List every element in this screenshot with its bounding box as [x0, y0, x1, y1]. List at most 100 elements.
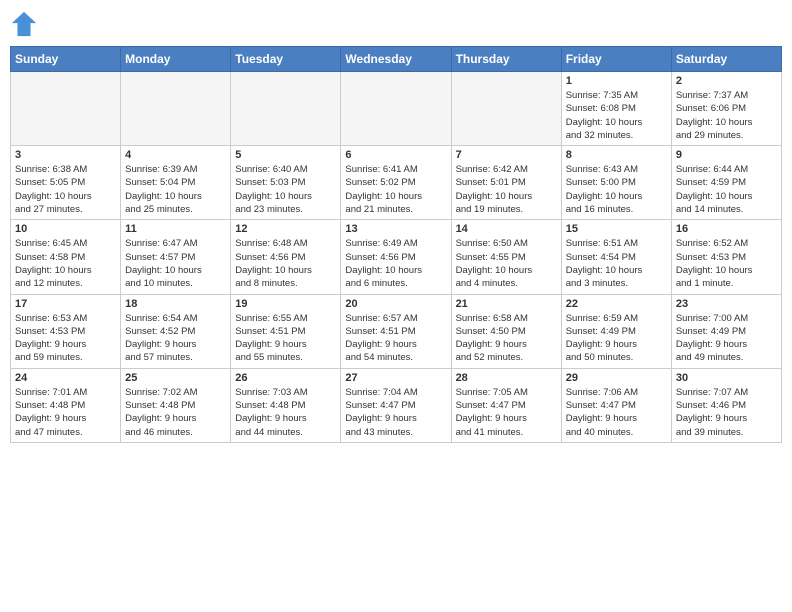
day-number: 8 — [566, 149, 667, 161]
day-info: Sunrise: 6:58 AM Sunset: 4:50 PM Dayligh… — [456, 312, 557, 365]
day-info: Sunrise: 6:44 AM Sunset: 4:59 PM Dayligh… — [676, 163, 777, 216]
weekday-header: Monday — [121, 47, 231, 72]
calendar-cell: 13 Sunrise: 6:49 AM Sunset: 4:56 PM Dayli… — [341, 220, 451, 294]
calendar-cell: 14Sunrise: 6:50 AM Sunset: 4:55 PM Dayli… — [451, 220, 561, 294]
calendar-week-row: 3 Sunrise: 6:38 AM Sunset: 5:05 PM Daylig… — [11, 146, 782, 220]
calendar-week-row: 17 Sunrise: 6:53 AM Sunset: 4:53 PM Dayli… — [11, 294, 782, 368]
day-info: Sunrise: 7:04 AM Sunset: 4:47 PM Dayligh… — [345, 386, 446, 439]
day-info: Sunrise: 7:02 AM Sunset: 4:48 PM Dayligh… — [125, 386, 226, 439]
calendar-cell: 30 Sunrise: 7:07 AM Sunset: 4:46 PM Dayli… — [671, 368, 781, 442]
calendar-cell: 15 Sunrise: 6:51 AM Sunset: 4:54 PM Dayli… — [561, 220, 671, 294]
day-number: 25 — [125, 372, 226, 384]
logo — [10, 10, 42, 38]
page-header — [10, 10, 782, 38]
weekday-header: Wednesday — [341, 47, 451, 72]
calendar-cell: 16Sunrise: 6:52 AM Sunset: 4:53 PM Dayli… — [671, 220, 781, 294]
day-info: Sunrise: 6:54 AM Sunset: 4:52 PM Dayligh… — [125, 312, 226, 365]
day-number: 3 — [15, 149, 116, 161]
calendar-cell: 23 Sunrise: 7:00 AM Sunset: 4:49 PM Dayli… — [671, 294, 781, 368]
day-info: Sunrise: 6:40 AM Sunset: 5:03 PM Dayligh… — [235, 163, 336, 216]
day-number: 29 — [566, 372, 667, 384]
day-number: 6 — [345, 149, 446, 161]
day-info: Sunrise: 6:42 AM Sunset: 5:01 PM Dayligh… — [456, 163, 557, 216]
calendar-cell: 17 Sunrise: 6:53 AM Sunset: 4:53 PM Dayli… — [11, 294, 121, 368]
calendar-cell: 21Sunrise: 6:58 AM Sunset: 4:50 PM Dayli… — [451, 294, 561, 368]
calendar-header-row: SundayMondayTuesdayWednesdayThursdayFrid… — [11, 47, 782, 72]
calendar-cell — [121, 72, 231, 146]
day-info: Sunrise: 6:57 AM Sunset: 4:51 PM Dayligh… — [345, 312, 446, 365]
calendar-cell: 25 Sunrise: 7:02 AM Sunset: 4:48 PM Dayli… — [121, 368, 231, 442]
day-number: 20 — [345, 298, 446, 310]
weekday-header: Tuesday — [231, 47, 341, 72]
day-info: Sunrise: 6:45 AM Sunset: 4:58 PM Dayligh… — [15, 237, 116, 290]
day-number: 4 — [125, 149, 226, 161]
day-info: Sunrise: 6:53 AM Sunset: 4:53 PM Dayligh… — [15, 312, 116, 365]
weekday-header: Thursday — [451, 47, 561, 72]
day-info: Sunrise: 7:03 AM Sunset: 4:48 PM Dayligh… — [235, 386, 336, 439]
day-number: 17 — [15, 298, 116, 310]
weekday-header: Saturday — [671, 47, 781, 72]
day-number: 30 — [676, 372, 777, 384]
day-info: Sunrise: 7:07 AM Sunset: 4:46 PM Dayligh… — [676, 386, 777, 439]
day-number: 14 — [456, 223, 557, 235]
day-number: 2 — [676, 75, 777, 87]
day-number: 13 — [345, 223, 446, 235]
day-info: Sunrise: 6:52 AM Sunset: 4:53 PM Dayligh… — [676, 237, 777, 290]
day-info: Sunrise: 6:51 AM Sunset: 4:54 PM Dayligh… — [566, 237, 667, 290]
calendar-cell: 26Sunrise: 7:03 AM Sunset: 4:48 PM Dayli… — [231, 368, 341, 442]
calendar-cell: 28 Sunrise: 7:05 AM Sunset: 4:47 PM Dayli… — [451, 368, 561, 442]
day-number: 10 — [15, 223, 116, 235]
day-info: Sunrise: 6:55 AM Sunset: 4:51 PM Dayligh… — [235, 312, 336, 365]
day-info: Sunrise: 6:47 AM Sunset: 4:57 PM Dayligh… — [125, 237, 226, 290]
day-info: Sunrise: 6:38 AM Sunset: 5:05 PM Dayligh… — [15, 163, 116, 216]
calendar-cell: 9 Sunrise: 6:44 AM Sunset: 4:59 PM Daylig… — [671, 146, 781, 220]
calendar-cell — [341, 72, 451, 146]
calendar-cell: 2 Sunrise: 7:37 AM Sunset: 6:06 PM Daylig… — [671, 72, 781, 146]
day-info: Sunrise: 6:39 AM Sunset: 5:04 PM Dayligh… — [125, 163, 226, 216]
day-number: 23 — [676, 298, 777, 310]
day-number: 22 — [566, 298, 667, 310]
calendar-cell: 6 Sunrise: 6:41 AM Sunset: 5:02 PM Daylig… — [341, 146, 451, 220]
calendar-cell: 27 Sunrise: 7:04 AM Sunset: 4:47 PM Dayli… — [341, 368, 451, 442]
day-number: 27 — [345, 372, 446, 384]
calendar-cell — [11, 72, 121, 146]
day-info: Sunrise: 6:41 AM Sunset: 5:02 PM Dayligh… — [345, 163, 446, 216]
day-info: Sunrise: 7:01 AM Sunset: 4:48 PM Dayligh… — [15, 386, 116, 439]
calendar-cell — [231, 72, 341, 146]
day-info: Sunrise: 7:37 AM Sunset: 6:06 PM Dayligh… — [676, 89, 777, 142]
calendar-cell: 8 Sunrise: 6:43 AM Sunset: 5:00 PM Daylig… — [561, 146, 671, 220]
day-number: 28 — [456, 372, 557, 384]
calendar-cell: 11 Sunrise: 6:47 AM Sunset: 4:57 PM Dayli… — [121, 220, 231, 294]
day-number: 9 — [676, 149, 777, 161]
calendar-cell: 7 Sunrise: 6:42 AM Sunset: 5:01 PM Daylig… — [451, 146, 561, 220]
day-number: 7 — [456, 149, 557, 161]
day-info: Sunrise: 6:43 AM Sunset: 5:00 PM Dayligh… — [566, 163, 667, 216]
calendar-cell: 29 Sunrise: 7:06 AM Sunset: 4:47 PM Dayli… — [561, 368, 671, 442]
day-info: Sunrise: 7:06 AM Sunset: 4:47 PM Dayligh… — [566, 386, 667, 439]
calendar-cell: 10 Sunrise: 6:45 AM Sunset: 4:58 PM Dayli… — [11, 220, 121, 294]
calendar-cell: 12Sunrise: 6:48 AM Sunset: 4:56 PM Dayli… — [231, 220, 341, 294]
day-number: 1 — [566, 75, 667, 87]
day-info: Sunrise: 7:35 AM Sunset: 6:08 PM Dayligh… — [566, 89, 667, 142]
logo-icon — [10, 10, 38, 38]
calendar-cell: 24 Sunrise: 7:01 AM Sunset: 4:48 PM Dayli… — [11, 368, 121, 442]
day-number: 19 — [235, 298, 336, 310]
calendar-cell: 4 Sunrise: 6:39 AM Sunset: 5:04 PM Daylig… — [121, 146, 231, 220]
calendar-cell: 20 Sunrise: 6:57 AM Sunset: 4:51 PM Dayli… — [341, 294, 451, 368]
day-number: 24 — [15, 372, 116, 384]
calendar-cell: 18 Sunrise: 6:54 AM Sunset: 4:52 PM Dayli… — [121, 294, 231, 368]
day-number: 11 — [125, 223, 226, 235]
calendar-cell: 19 Sunrise: 6:55 AM Sunset: 4:51 PM Dayli… — [231, 294, 341, 368]
day-number: 5 — [235, 149, 336, 161]
calendar-week-row: 1 Sunrise: 7:35 AM Sunset: 6:08 PM Daylig… — [11, 72, 782, 146]
day-number: 15 — [566, 223, 667, 235]
day-number: 18 — [125, 298, 226, 310]
calendar-cell: 3 Sunrise: 6:38 AM Sunset: 5:05 PM Daylig… — [11, 146, 121, 220]
day-info: Sunrise: 7:05 AM Sunset: 4:47 PM Dayligh… — [456, 386, 557, 439]
calendar-week-row: 24 Sunrise: 7:01 AM Sunset: 4:48 PM Dayli… — [11, 368, 782, 442]
day-info: Sunrise: 6:59 AM Sunset: 4:49 PM Dayligh… — [566, 312, 667, 365]
day-info: Sunrise: 6:49 AM Sunset: 4:56 PM Dayligh… — [345, 237, 446, 290]
calendar-cell: 22 Sunrise: 6:59 AM Sunset: 4:49 PM Dayli… — [561, 294, 671, 368]
day-info: Sunrise: 6:48 AM Sunset: 4:56 PM Dayligh… — [235, 237, 336, 290]
day-info: Sunrise: 7:00 AM Sunset: 4:49 PM Dayligh… — [676, 312, 777, 365]
